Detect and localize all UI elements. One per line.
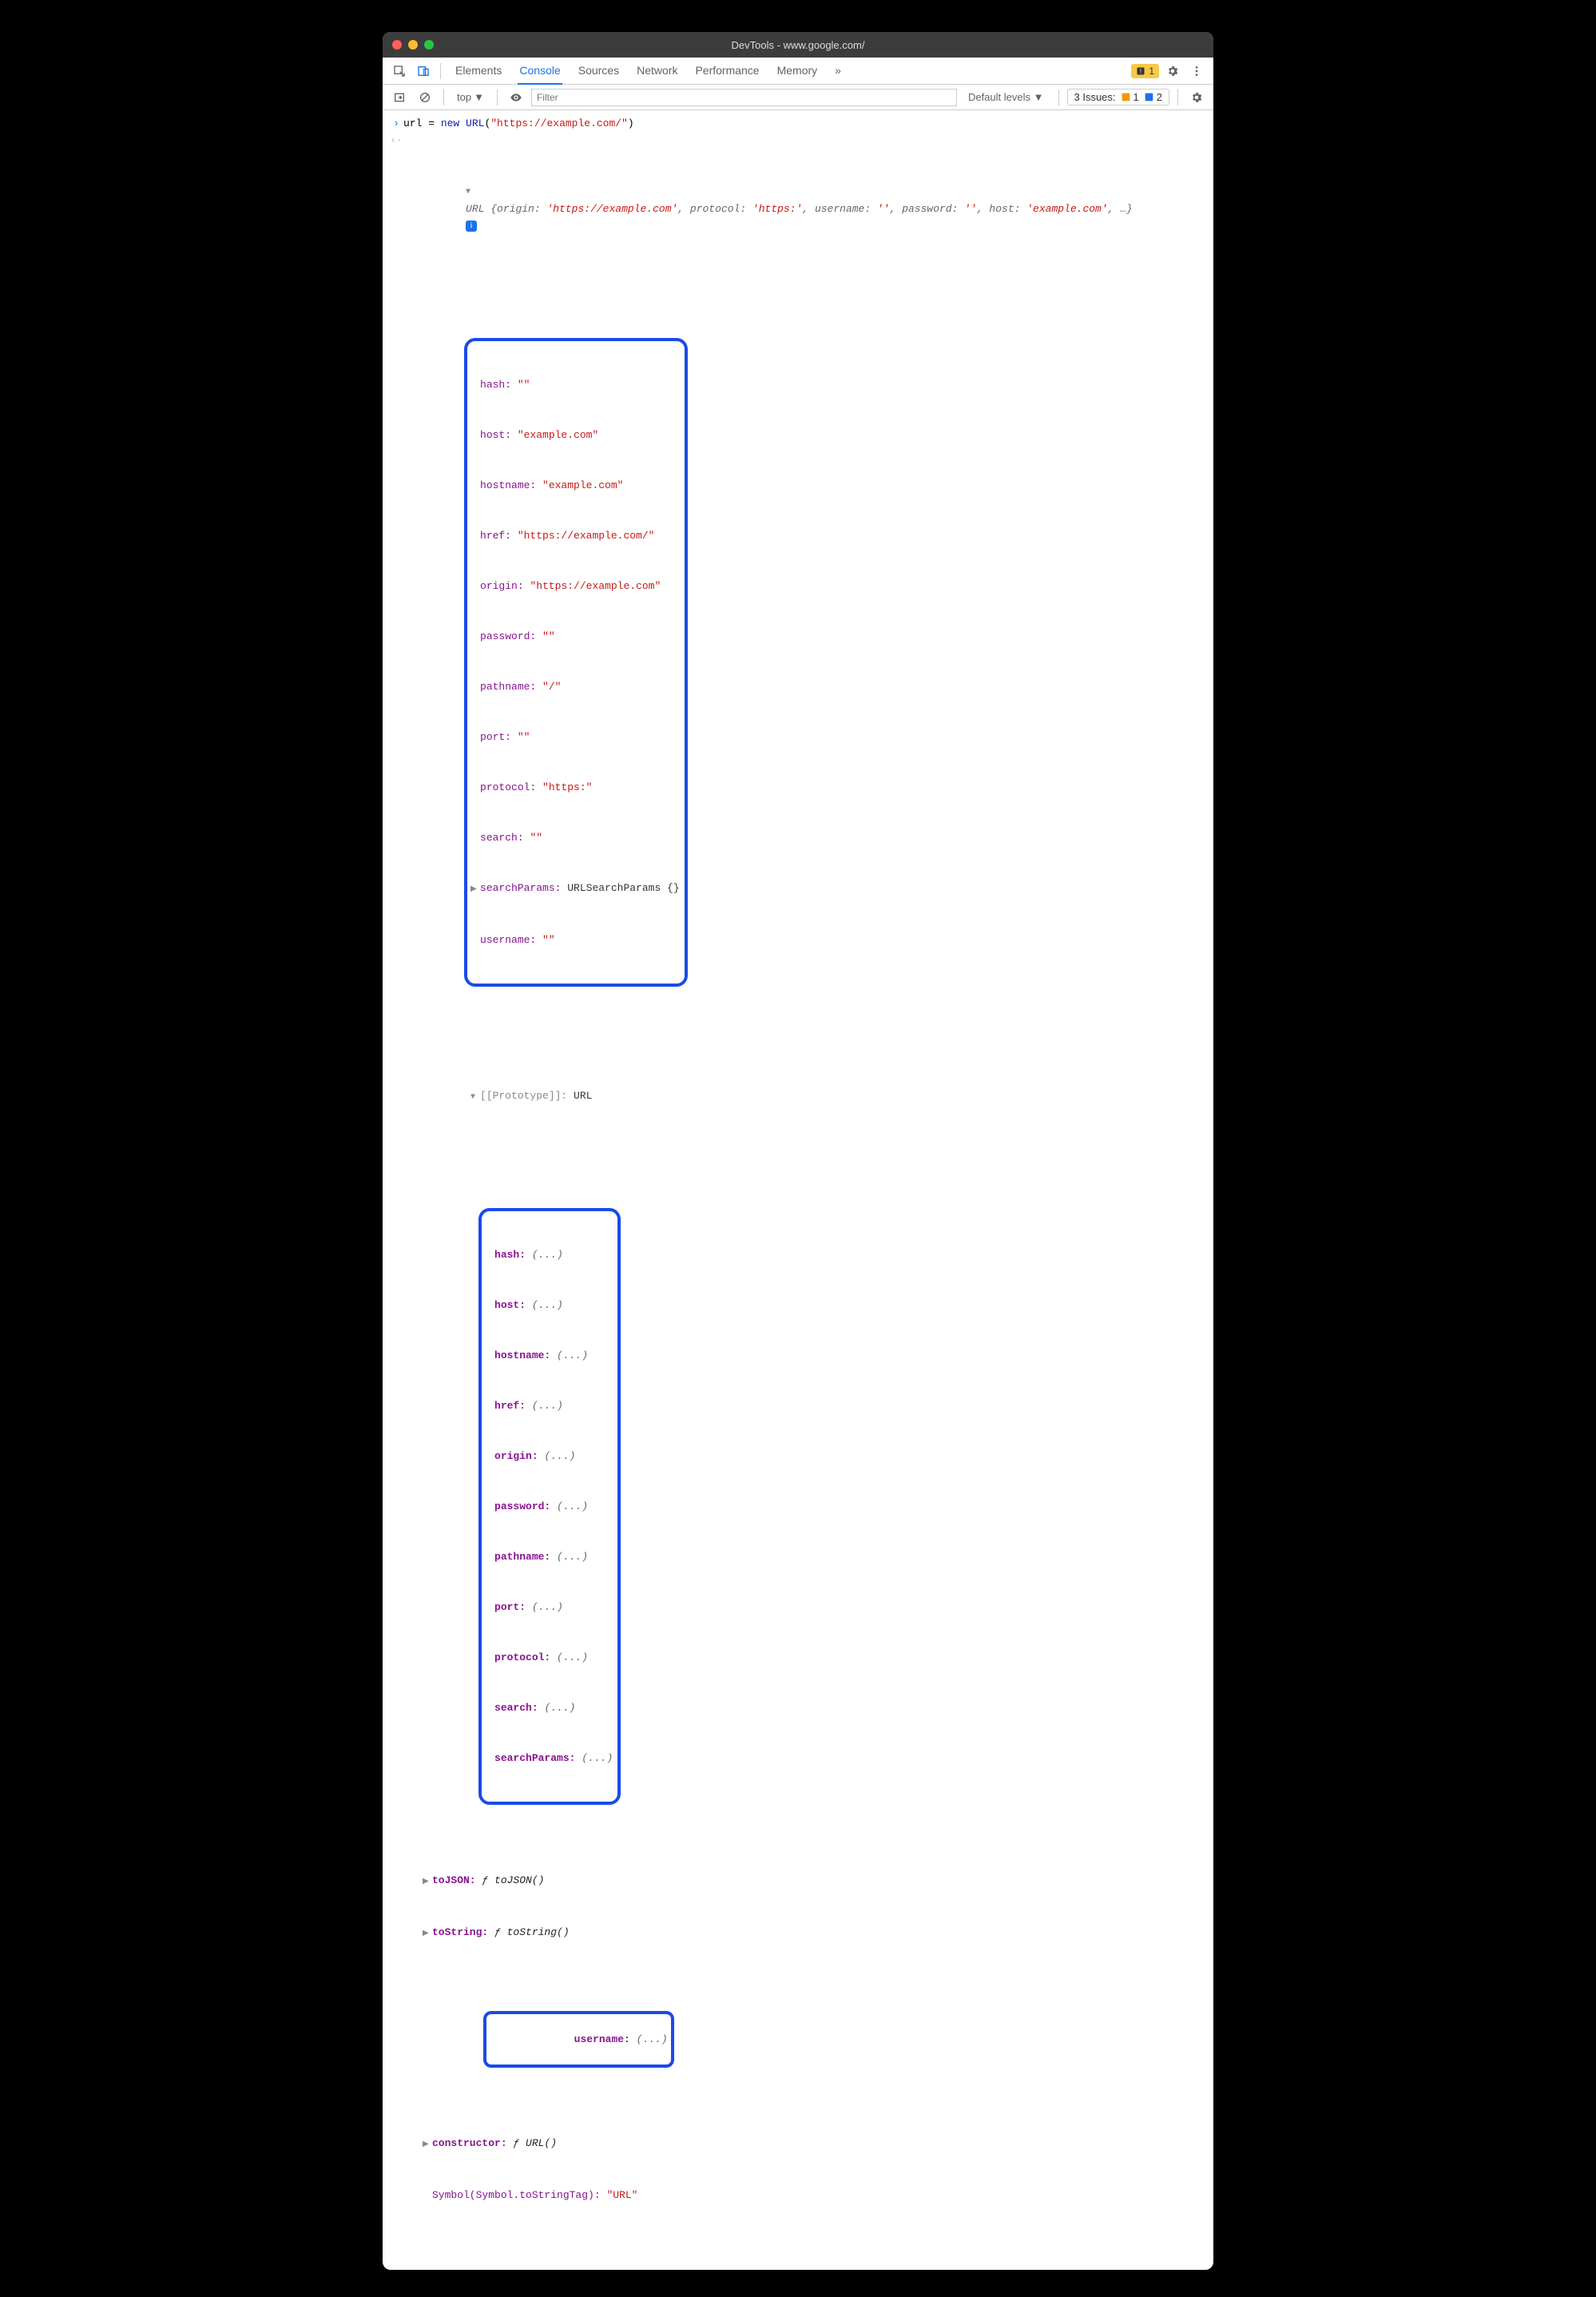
expand-arrow-icon[interactable] bbox=[466, 184, 475, 201]
divider bbox=[440, 63, 441, 79]
execution-context-selector[interactable]: top ▼ bbox=[452, 89, 489, 105]
maximize-window-button[interactable] bbox=[424, 40, 434, 50]
tab-performance[interactable]: Performance bbox=[693, 58, 760, 85]
more-tabs-icon[interactable]: » bbox=[833, 58, 843, 85]
window-title: DevTools - www.google.com/ bbox=[383, 39, 1213, 51]
tab-elements[interactable]: Elements bbox=[454, 58, 503, 85]
highlight-username-getter: username: (...) bbox=[483, 2011, 674, 2068]
issues-info-chip: 2 bbox=[1144, 91, 1162, 103]
context-label: top bbox=[457, 91, 471, 103]
log-levels-selector[interactable]: Default levels ▼ bbox=[962, 89, 1050, 105]
device-toolbar-icon[interactable] bbox=[413, 61, 434, 81]
tab-sources[interactable]: Sources bbox=[577, 58, 621, 85]
expand-arrow-icon[interactable] bbox=[423, 2136, 432, 2153]
dropdown-icon: ▼ bbox=[1034, 91, 1044, 103]
expand-arrow-icon[interactable] bbox=[470, 1089, 480, 1106]
divider bbox=[1177, 89, 1178, 105]
highlight-prototype-getters: hash: (...) host: (...) hostname: (...) … bbox=[478, 1208, 621, 1805]
levels-label: Default levels bbox=[968, 91, 1030, 103]
tab-network[interactable]: Network bbox=[635, 58, 679, 85]
divider bbox=[443, 89, 444, 105]
minimize-window-button[interactable] bbox=[408, 40, 418, 50]
toggle-sidebar-icon[interactable] bbox=[389, 87, 410, 108]
console-toolbar: top ▼ Default levels ▼ 3 Issues: 1 2 bbox=[383, 85, 1213, 110]
issues-warn-chip: 1 bbox=[1121, 91, 1139, 103]
divider bbox=[1058, 89, 1059, 105]
settings-icon[interactable] bbox=[1162, 61, 1183, 81]
highlight-own-properties: hash: "" host: "example.com" hostname: "… bbox=[464, 338, 688, 987]
prompt-icon: › bbox=[389, 115, 403, 132]
tab-memory[interactable]: Memory bbox=[776, 58, 820, 85]
expand-arrow-icon[interactable] bbox=[423, 1874, 432, 1890]
close-window-button[interactable] bbox=[392, 40, 402, 50]
result-summary[interactable]: URL {origin: 'https://example.com', prot… bbox=[403, 132, 1207, 2254]
panel-tabs: Elements Console Sources Network Perform… bbox=[447, 58, 1128, 85]
console-settings-icon[interactable] bbox=[1186, 87, 1207, 108]
warnings-count: 1 bbox=[1149, 66, 1154, 77]
expand-arrow-icon[interactable] bbox=[423, 1925, 432, 1942]
devtools-window: DevTools - www.google.com/ Elements Cons… bbox=[383, 32, 1213, 2270]
console-input-code[interactable]: url = new URL("https://example.com/") bbox=[403, 115, 1207, 132]
window-controls bbox=[392, 40, 434, 50]
issues-label: 3 Issues: bbox=[1074, 91, 1116, 103]
result-icon: ‹· bbox=[389, 132, 403, 149]
filter-input[interactable] bbox=[531, 89, 957, 106]
live-expression-icon[interactable] bbox=[506, 87, 526, 108]
console-output: › url = new URL("https://example.com/") … bbox=[383, 110, 1213, 2270]
clear-console-icon[interactable] bbox=[415, 87, 435, 108]
warnings-badge[interactable]: 1 bbox=[1131, 64, 1159, 78]
tab-console[interactable]: Console bbox=[518, 58, 562, 85]
console-output-row: ‹· URL {origin: 'https://example.com', p… bbox=[389, 132, 1207, 2254]
dropdown-icon: ▼ bbox=[474, 91, 484, 103]
console-input-row: › url = new URL("https://example.com/") bbox=[389, 115, 1207, 132]
divider bbox=[497, 89, 498, 105]
tabbar: Elements Console Sources Network Perform… bbox=[383, 58, 1213, 85]
expand-arrow-icon[interactable] bbox=[470, 881, 480, 898]
more-options-icon[interactable] bbox=[1186, 61, 1207, 81]
titlebar: DevTools - www.google.com/ bbox=[383, 32, 1213, 58]
info-icon[interactable]: i bbox=[466, 221, 477, 232]
inspect-element-icon[interactable] bbox=[389, 61, 410, 81]
issues-panel-button[interactable]: 3 Issues: 1 2 bbox=[1067, 89, 1170, 105]
